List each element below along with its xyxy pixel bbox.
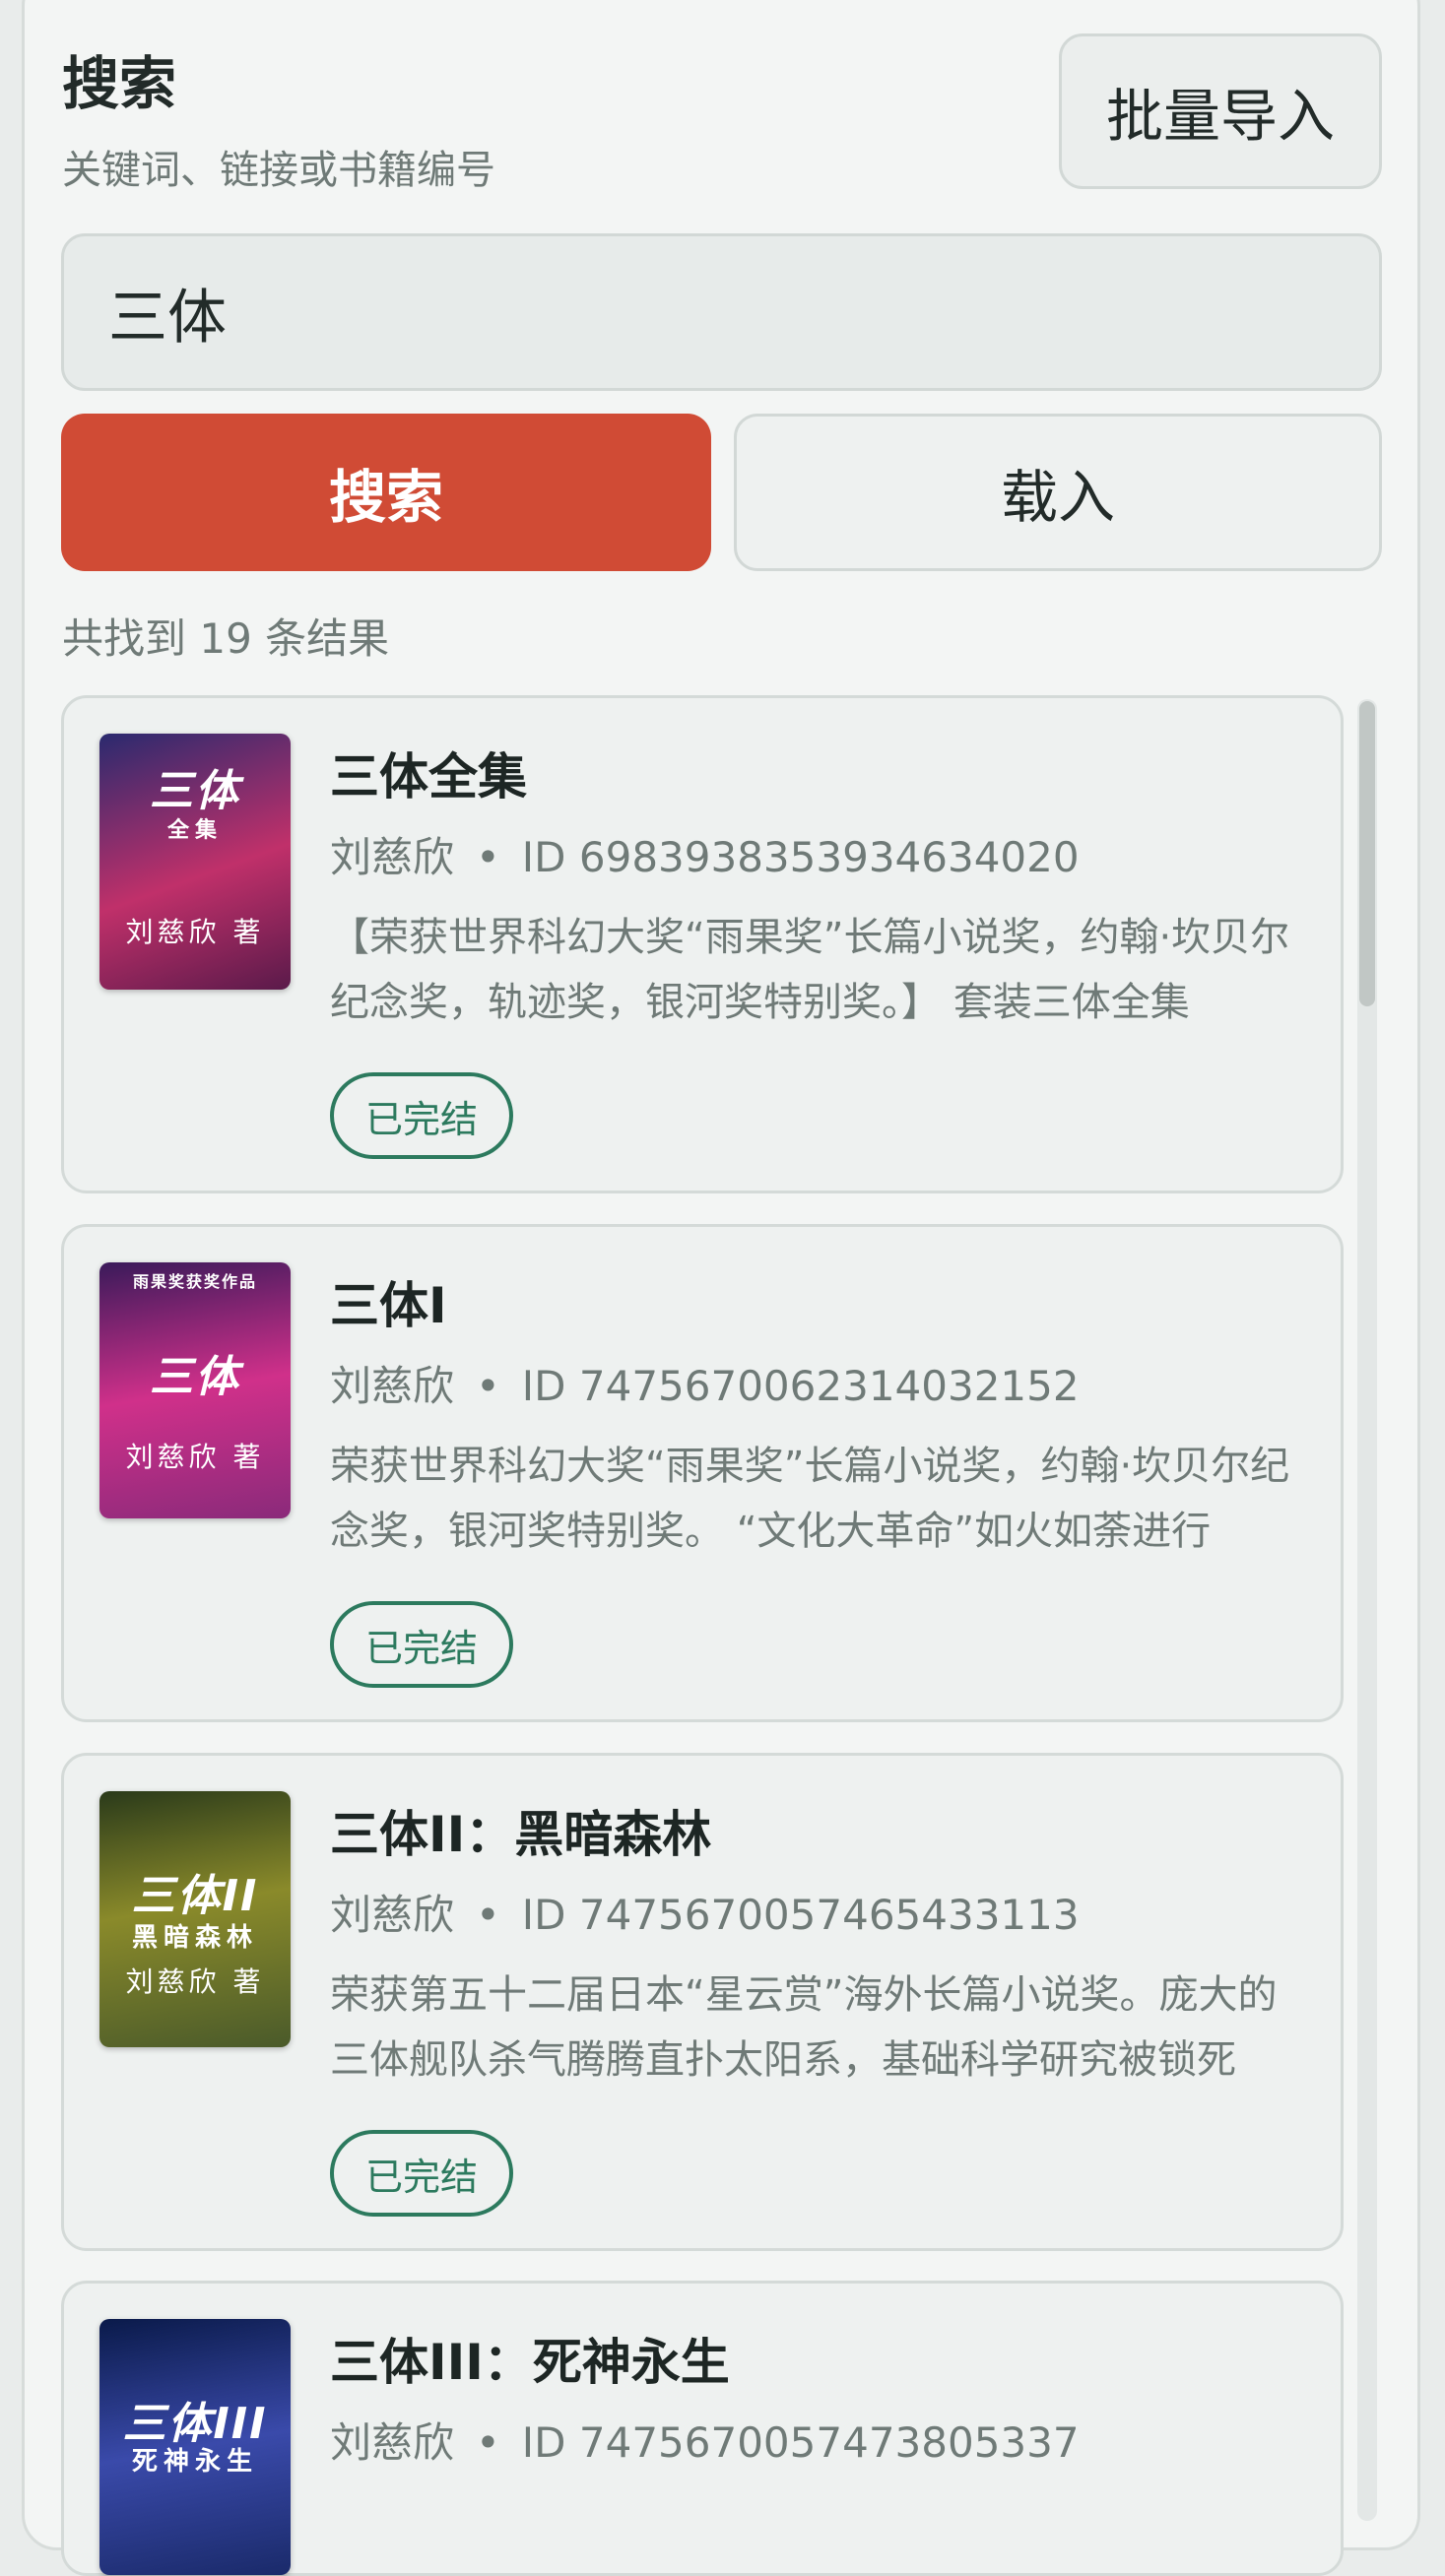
- book-meta: 刘慈欣 • ID 7475670057465433113: [330, 1882, 1080, 1942]
- book-id: ID 7475670062314032152: [521, 1362, 1080, 1410]
- cover-subtitle: 死神永生: [131, 2447, 258, 2477]
- book-meta: 刘慈欣 • ID 7475670057473805337: [330, 2410, 1080, 2470]
- book-author: 刘慈欣: [330, 1362, 455, 1410]
- book-author: 刘慈欣: [330, 2418, 455, 2467]
- result-card[interactable]: 三体III 死神永生 三体III：死神永生 刘慈欣 • ID 74756700574…: [61, 2281, 1344, 2576]
- book-author: 刘慈欣: [330, 833, 455, 881]
- status-badge: 已完结: [330, 2130, 513, 2217]
- book-cover: 雨果奖获奖作品 三体 刘慈欣 著: [99, 1262, 291, 1518]
- cover-subtitle: 雨果奖获奖作品: [132, 1272, 257, 1291]
- book-id: ID 6983938353934634020: [521, 833, 1080, 881]
- book-id: ID 7475670057473805337: [521, 2418, 1080, 2467]
- search-input[interactable]: 三体: [61, 233, 1382, 391]
- book-meta: 刘慈欣 • ID 7475670062314032152: [330, 1353, 1080, 1413]
- meta-separator: •: [476, 1891, 500, 1939]
- book-title: 三体III：死神永生: [330, 2334, 730, 2391]
- meta-separator: •: [476, 833, 500, 881]
- cover-author: 刘慈欣 著: [125, 1965, 265, 1998]
- book-title: 三体全集: [330, 748, 527, 805]
- result-count: 共找到 19 条结果: [62, 614, 390, 663]
- cover-author: 刘慈欣 著: [125, 916, 265, 948]
- book-id: ID 7475670057465433113: [521, 1891, 1080, 1939]
- cover-author: 刘慈欣 著: [125, 1441, 265, 1473]
- book-cover: 三体III 死神永生: [99, 2319, 291, 2575]
- result-card[interactable]: 三体 全集 刘慈欣 著 三体全集 刘慈欣 • ID 6983938353934634…: [61, 695, 1344, 1193]
- batch-import-button[interactable]: 批量导入: [1059, 33, 1382, 189]
- book-meta: 刘慈欣 • ID 6983938353934634020: [330, 824, 1080, 884]
- scrollbar-thumb[interactable]: [1359, 701, 1375, 1006]
- cover-subtitle: 全集: [166, 817, 223, 843]
- book-cover: 三体 全集 刘慈欣 著: [99, 734, 291, 990]
- cover-title: 三体: [150, 766, 240, 816]
- result-card[interactable]: 雨果奖获奖作品 三体 刘慈欣 著 三体I 刘慈欣 • ID 747567006231…: [61, 1224, 1344, 1722]
- book-description: 荣获世界科幻大奖“雨果奖”长篇小说奖，约翰·坎贝尔纪念奖，银河奖特别奖。 “文化…: [330, 1444, 1290, 1554]
- status-badge: 已完结: [330, 1072, 513, 1159]
- page-title: 搜索: [62, 50, 177, 117]
- meta-separator: •: [476, 2418, 500, 2467]
- cover-title: 三体: [150, 1352, 240, 1402]
- book-author: 刘慈欣: [330, 1891, 455, 1939]
- meta-separator: •: [476, 1362, 500, 1410]
- search-button[interactable]: 搜索: [61, 414, 711, 571]
- load-button[interactable]: 载入: [734, 414, 1382, 571]
- book-description: 荣获第五十二届日本“星云赏”海外长篇小说奖。庞大的三体舰队杀气腾腾直扑太阳系，基…: [330, 1972, 1278, 2083]
- cover-subtitle: 黑暗森林: [131, 1923, 258, 1953]
- book-cover: 三体II 黑暗森林 刘慈欣 著: [99, 1791, 291, 2047]
- book-title: 三体II：黑暗森林: [330, 1806, 712, 1863]
- status-badge: 已完结: [330, 1601, 513, 1688]
- cover-title: 三体II: [131, 1871, 259, 1921]
- book-description: 【荣获世界科幻大奖“雨果奖”长篇小说奖，约翰·坎贝尔纪念奖，轨迹奖，银河奖特别奖…: [330, 915, 1290, 1025]
- result-card[interactable]: 三体II 黑暗森林 刘慈欣 著 三体II：黑暗森林 刘慈欣 • ID 7475670…: [61, 1753, 1344, 2251]
- book-title: 三体I: [330, 1277, 447, 1334]
- page-subtitle: 关键词、链接或书籍编号: [62, 148, 495, 193]
